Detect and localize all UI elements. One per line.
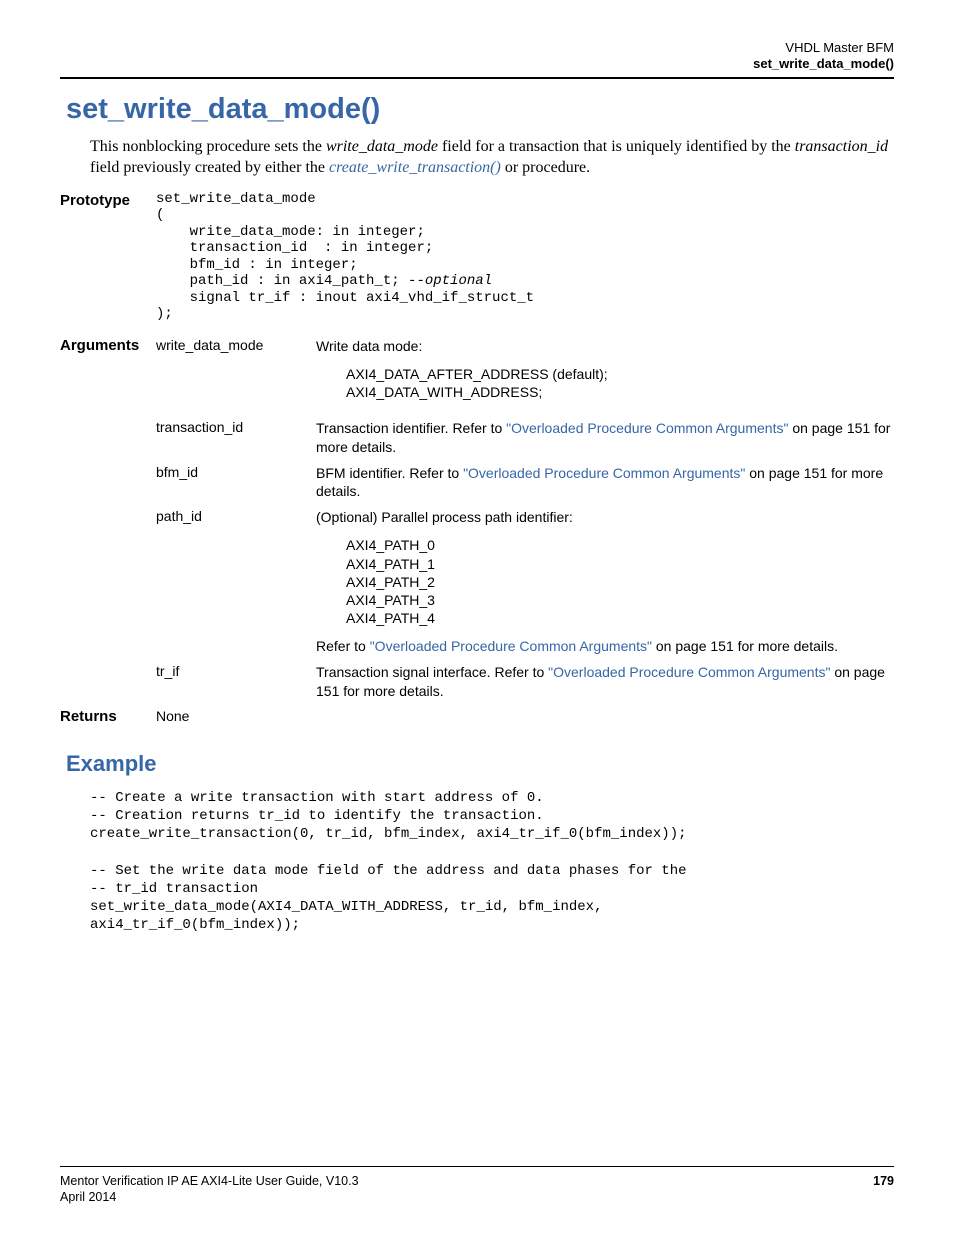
argument-desc-text: (Optional) Parallel process path identif… [316, 509, 573, 525]
argument-link[interactable]: "Overloaded Procedure Common Arguments" [548, 664, 830, 680]
intro-term: transaction_id [795, 138, 888, 155]
prototype-code: set_write_data_mode ( write_data_mode: i… [156, 191, 534, 323]
returns-row: Returns None [60, 708, 894, 725]
argument-desc-text: Transaction identifier. Refer to [316, 420, 506, 436]
intro-text: field for a transaction that is uniquely… [438, 138, 795, 155]
argument-name: bfm_id [156, 464, 316, 480]
topic-name: set_write_data_mode() [60, 56, 894, 72]
prototype-label: Prototype [60, 191, 156, 209]
argument-desc: Transaction identifier. Refer to "Overlo… [316, 419, 894, 455]
intro-paragraph: This nonblocking procedure sets the writ… [60, 136, 894, 179]
intro-text: field previously created by either the [90, 159, 329, 176]
arguments-section: Arguments write_data_mode Write data mod… [60, 337, 894, 700]
page-title: set_write_data_mode() [60, 93, 894, 126]
argument-values: AXI4_PATH_0 AXI4_PATH_1 AXI4_PATH_2 AXI4… [316, 536, 894, 627]
argument-row: path_id (Optional) Parallel process path… [60, 508, 894, 655]
header-rule [60, 77, 894, 79]
argument-desc-text: BFM identifier. Refer to [316, 465, 463, 481]
intro-link-create-write[interactable]: create_write_transaction() [329, 159, 501, 176]
argument-desc: Transaction signal interface. Refer to "… [316, 663, 894, 699]
argument-name: path_id [156, 508, 316, 524]
intro-term: write_data_mode [326, 138, 438, 155]
argument-row: bfm_id BFM identifier. Refer to "Overloa… [60, 464, 894, 500]
returns-label: Returns [60, 708, 156, 725]
intro-text: This nonblocking procedure sets the [90, 138, 326, 155]
chapter-name: VHDL Master BFM [60, 40, 894, 56]
argument-refer-text: Refer to [316, 638, 370, 654]
prototype-section: Prototype set_write_data_mode ( write_da… [60, 191, 894, 323]
argument-row: transaction_id Transaction identifier. R… [60, 419, 894, 455]
argument-desc-text: Write data mode: [316, 338, 422, 354]
returns-value: None [156, 708, 316, 724]
footer-rule [60, 1166, 894, 1167]
argument-name: transaction_id [156, 419, 316, 435]
intro-text: or procedure. [501, 159, 590, 176]
example-code: -- Create a write transaction with start… [90, 789, 894, 935]
argument-link[interactable]: "Overloaded Procedure Common Arguments" [463, 465, 745, 481]
argument-values: AXI4_DATA_AFTER_ADDRESS (default); AXI4_… [316, 365, 894, 401]
argument-name: tr_if [156, 663, 316, 679]
argument-desc-text: Transaction signal interface. Refer to [316, 664, 548, 680]
argument-row: Arguments write_data_mode Write data mod… [60, 337, 894, 412]
example-heading: Example [66, 751, 894, 777]
argument-row: tr_if Transaction signal interface. Refe… [60, 663, 894, 699]
footer-date: April 2014 [60, 1189, 116, 1205]
argument-refer-text: on page 151 for more details. [652, 638, 838, 654]
page-header: VHDL Master BFM set_write_data_mode() [60, 40, 894, 73]
footer-guide: Mentor Verification IP AE AXI4-Lite User… [60, 1173, 359, 1189]
argument-desc: Write data mode: AXI4_DATA_AFTER_ADDRESS… [316, 337, 894, 412]
arguments-label: Arguments [60, 337, 156, 354]
argument-name: write_data_mode [156, 337, 316, 353]
argument-desc: (Optional) Parallel process path identif… [316, 508, 894, 655]
page-footer: Mentor Verification IP AE AXI4-Lite User… [60, 1162, 894, 1206]
argument-link[interactable]: "Overloaded Procedure Common Arguments" [370, 638, 652, 654]
argument-link[interactable]: "Overloaded Procedure Common Arguments" [506, 420, 788, 436]
argument-desc: BFM identifier. Refer to "Overloaded Pro… [316, 464, 894, 500]
footer-page: 179 [873, 1173, 894, 1189]
